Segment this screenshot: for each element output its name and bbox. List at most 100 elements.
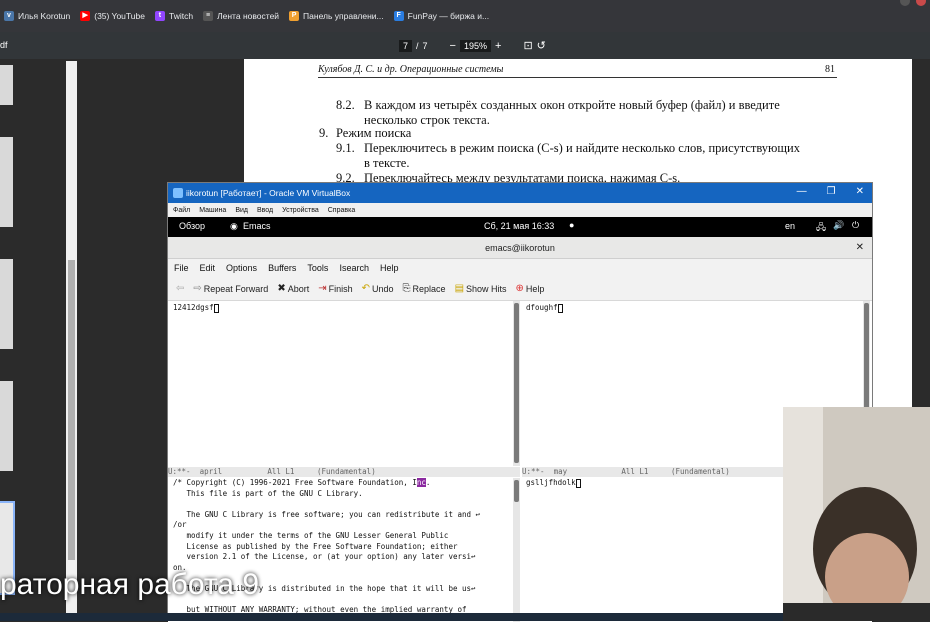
- emacs-title: emacs@iikorotun ✕: [168, 237, 872, 259]
- keyboard-layout[interactable]: en: [785, 221, 795, 231]
- bookmarks-bar: v Илья Korotun ▶ (35) YouTube t Twitch ≡ Лен…: [0, 0, 930, 32]
- emacs-title-text: emacs@iikorotun: [485, 243, 555, 253]
- item-text: В каждом из четырёх созданных окон откро…: [364, 98, 780, 112]
- bookmark-funpay[interactable]: F FunPay — биржа и...: [393, 11, 489, 21]
- forward-icon: ⇨: [193, 283, 202, 294]
- bookmark-panel[interactable]: P Панель управлени...: [289, 11, 384, 21]
- buffer-text: 12412dgsf: [173, 303, 214, 312]
- funpay-icon: F: [393, 11, 404, 21]
- rotate-icon[interactable]: ↺: [537, 39, 546, 52]
- item-number: 8.2.: [336, 98, 355, 112]
- close-icon[interactable]: ✕: [856, 186, 864, 197]
- vbox-title-bar[interactable]: iikorotun [Работает] - Oracle VM Virtual…: [168, 183, 872, 203]
- webcam-overlay: [783, 407, 930, 621]
- buffer-text: gslljfhdolk: [526, 478, 576, 487]
- tool-label: Finish: [328, 283, 353, 294]
- back-icon: ⇦: [176, 283, 185, 294]
- menu-tools[interactable]: Tools: [307, 263, 328, 273]
- youtube-icon: ▶: [80, 11, 91, 21]
- emacs-menu-bar: File Edit Options Buffers Tools Isearch …: [168, 259, 872, 277]
- help-icon: ⊕: [515, 283, 524, 294]
- virtualbox-icon: [173, 188, 183, 198]
- pane-scrollbar[interactable]: [513, 301, 520, 466]
- twitch-icon: t: [154, 11, 165, 21]
- pane-scrollbar[interactable]: [513, 478, 520, 622]
- finish-button[interactable]: ⇥ Finish: [318, 283, 352, 294]
- close-icon[interactable]: [916, 0, 926, 6]
- zoom-in-icon[interactable]: +: [495, 40, 501, 52]
- menu-options[interactable]: Options: [226, 263, 257, 273]
- vbox-menu-devices[interactable]: Устройства: [282, 207, 319, 214]
- volume-icon[interactable]: 🔊: [833, 220, 844, 231]
- page-separator: /: [416, 40, 419, 51]
- scrollbar-thumb[interactable]: [68, 260, 75, 560]
- notification-dot-icon: ●: [569, 220, 575, 230]
- vbox-menu-machine[interactable]: Машина: [199, 207, 226, 214]
- zoom-level[interactable]: 195%: [459, 39, 492, 52]
- replace-button[interactable]: ⎘ Replace: [403, 283, 446, 294]
- tool-label: Replace: [412, 283, 446, 294]
- page-thumbnail[interactable]: [0, 65, 13, 105]
- power-icon[interactable]: ⏻: [852, 220, 859, 231]
- bookmark-twitch[interactable]: t Twitch: [154, 11, 194, 21]
- fit-page-icon[interactable]: ⊡: [523, 39, 532, 52]
- scrollbar-thumb[interactable]: [514, 480, 519, 502]
- help-button[interactable]: ⊕ Help: [516, 283, 545, 294]
- page-thumbnail[interactable]: [0, 381, 13, 471]
- finish-icon: ⇥: [318, 283, 327, 294]
- minimize-icon[interactable]: —: [797, 186, 807, 197]
- emacs-app-icon: ◉: [230, 221, 238, 231]
- menu-buffers[interactable]: Buffers: [268, 263, 296, 273]
- page-thumbnail[interactable]: [0, 259, 13, 349]
- bookmark-label: Панель управлени...: [303, 11, 384, 21]
- text-cursor: [213, 303, 219, 313]
- bookmark-vk[interactable]: v Илья Korotun: [4, 11, 70, 21]
- code-line: The GNU C Library is free software; you …: [173, 509, 481, 519]
- editor-pane-top-left[interactable]: 12412dgsf: [173, 303, 511, 467]
- minimize-icon[interactable]: [900, 0, 910, 6]
- modeline-april[interactable]: U:**- april All L1 (Fundamental): [168, 467, 520, 477]
- vbox-menu-file[interactable]: Файл: [173, 207, 190, 214]
- menu-edit[interactable]: Edit: [200, 263, 216, 273]
- tool-label: Show Hits: [466, 283, 507, 294]
- clock[interactable]: Сб, 21 мая 16:33: [484, 221, 554, 231]
- scrollbar-thumb[interactable]: [514, 303, 519, 463]
- vbox-menu-view[interactable]: Вид: [235, 207, 248, 214]
- menu-file[interactable]: File: [174, 263, 189, 273]
- item-text: в тексте.: [364, 156, 410, 170]
- undo-button[interactable]: ↶ Undo: [362, 283, 394, 294]
- close-icon[interactable]: ✕: [856, 237, 864, 259]
- repeat-forward-button[interactable]: ⇨ Repeat Forward: [193, 283, 268, 294]
- abort-button[interactable]: ✖ Abort: [277, 283, 309, 294]
- menu-help[interactable]: Help: [380, 263, 399, 273]
- tool-label: Help: [525, 283, 545, 294]
- bookmark-news[interactable]: ≡ Лента новостей: [203, 11, 279, 21]
- code-line: This file is part of the GNU C Library.: [173, 488, 363, 498]
- activities-button[interactable]: Обзор: [179, 221, 205, 231]
- bookmark-youtube[interactable]: ▶ (35) YouTube: [80, 11, 145, 21]
- show-hits-button[interactable]: ▤ Show Hits: [455, 283, 507, 294]
- zoom-out-icon[interactable]: −: [450, 40, 456, 52]
- virtualbox-window: iikorotun [Работает] - Oracle VM Virtual…: [167, 182, 873, 622]
- buffer-text: dfoughf: [526, 303, 558, 312]
- code-line: /* Copyright (C) 1996-2021 Free Software…: [173, 478, 431, 487]
- repeat-backward-button[interactable]: ⇦: [176, 283, 184, 294]
- text-cursor: [575, 478, 581, 488]
- vbox-menu-input[interactable]: Ввод: [257, 207, 273, 214]
- vk-icon: v: [4, 11, 14, 21]
- network-icon[interactable]: 🖧: [816, 220, 826, 236]
- window-controls: [900, 0, 926, 6]
- header-rule: [318, 77, 837, 78]
- maximize-icon[interactable]: ❐: [827, 186, 836, 197]
- news-icon: ≡: [203, 11, 214, 21]
- vbox-menu-help[interactable]: Справка: [328, 207, 355, 214]
- text-cursor: [557, 303, 563, 313]
- video-caption: раторная работа 9: [0, 568, 259, 601]
- page-number-input[interactable]: 7: [399, 39, 413, 52]
- bookmark-label: Twitch: [168, 11, 194, 21]
- page-thumbnail[interactable]: [0, 137, 13, 227]
- undo-icon: ↶: [361, 283, 371, 294]
- app-menu[interactable]: Emacs: [243, 221, 271, 231]
- menu-isearch[interactable]: Isearch: [339, 263, 369, 273]
- replace-icon: ⎘: [402, 283, 411, 294]
